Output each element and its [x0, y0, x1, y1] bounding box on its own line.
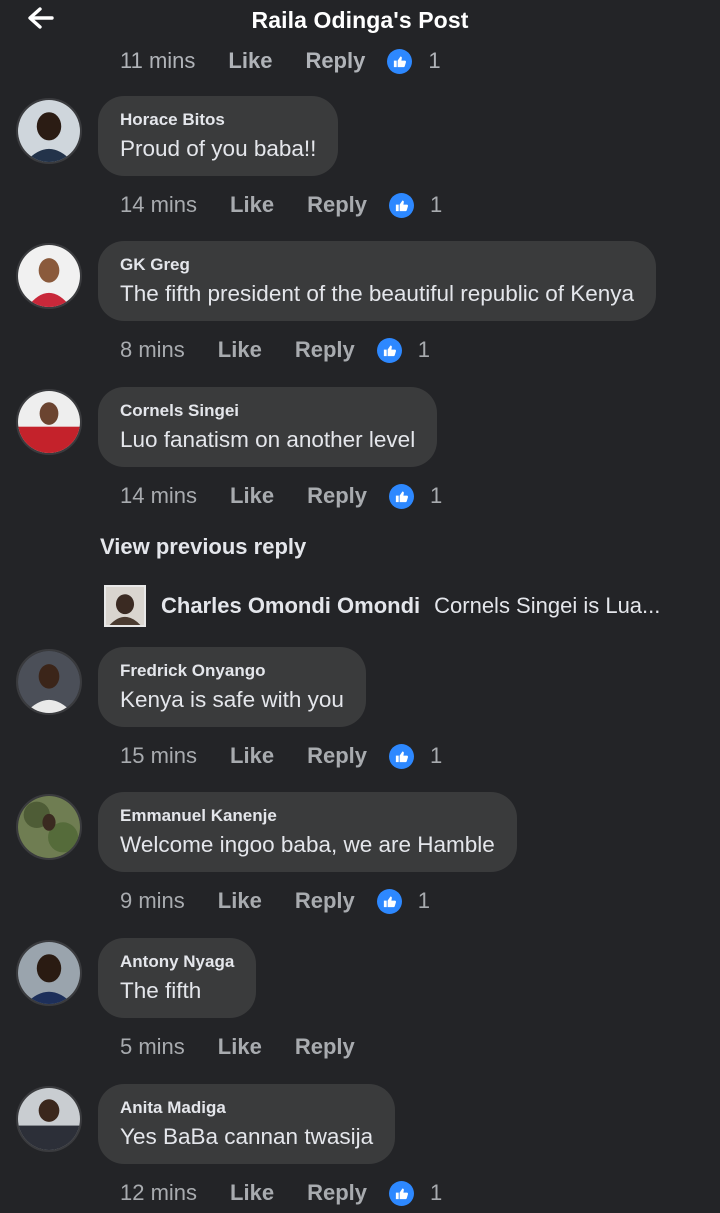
comment-text: Kenya is safe with you	[120, 687, 344, 712]
like-button[interactable]: Like	[218, 888, 262, 914]
reply-button[interactable]: Reply	[307, 743, 367, 769]
reaction-count: 1	[417, 337, 430, 362]
comment-time: 14 mins	[120, 483, 198, 508]
comment-bubble: Antony Nyaga The fifth	[98, 938, 257, 1018]
comment-text: Yes BaBa cannan twasija	[120, 1124, 374, 1149]
comment-author[interactable]: Anita Madiga	[120, 1098, 373, 1118]
clipped-comment-meta: 11 mins Like Reply 1	[120, 40, 520, 74]
comment-text: The fifth president of the beautiful rep…	[120, 281, 635, 306]
like-reaction-icon[interactable]	[389, 483, 414, 509]
like-button[interactable]: Like	[230, 1180, 274, 1206]
avatar[interactable]	[16, 940, 82, 1006]
like-button[interactable]: Like	[228, 48, 272, 74]
comment-author[interactable]: Fredrick Onyango	[120, 661, 344, 681]
like-reaction-icon[interactable]	[376, 337, 402, 363]
comment-time: 5 mins	[120, 1034, 185, 1059]
avatar[interactable]	[16, 1086, 82, 1152]
like-button[interactable]: Like	[230, 483, 274, 509]
reaction-count: 1	[430, 743, 443, 768]
reply-preview[interactable]: Charles Omondi Omondi Cornels Singei is …	[104, 585, 660, 627]
like-reaction-icon[interactable]	[389, 192, 414, 218]
reply-text: Cornels Singei is Lua...	[434, 593, 661, 618]
like-button[interactable]: Like	[218, 1034, 262, 1060]
comment-time: 14 mins	[120, 192, 198, 217]
comment-text: Luo fanatism on another level	[120, 427, 416, 452]
reply-button[interactable]: Reply	[295, 888, 355, 914]
comments-screen: 11 mins Like Reply 1 Raila Odinga's Post…	[0, 0, 720, 1213]
comment-text: Proud of you baba!!	[120, 136, 317, 161]
view-previous-reply-link[interactable]: View previous reply	[100, 534, 306, 560]
comment-author[interactable]: GK Greg	[120, 255, 634, 275]
comment-bubble: Anita Madiga Yes BaBa cannan twasija	[98, 1084, 396, 1164]
avatar[interactable]	[16, 649, 82, 715]
reaction-count: 1	[430, 192, 443, 217]
comment-bubble: Fredrick Onyango Kenya is safe with you	[98, 647, 366, 727]
comment-actions: 12 mins Like Reply 1	[120, 1178, 442, 1208]
comment-bubble: Cornels Singei Luo fanatism on another l…	[98, 387, 438, 467]
reaction-count: 1	[430, 1180, 443, 1205]
comment-bubble: Horace Bitos Proud of you baba!!	[98, 96, 339, 176]
like-button[interactable]: Like	[218, 337, 262, 363]
comment-time: 11 mins	[120, 48, 196, 73]
like-button[interactable]: Like	[230, 743, 274, 769]
avatar[interactable]	[16, 243, 82, 309]
reply-button[interactable]: Reply	[307, 192, 367, 218]
comment-actions: 14 mins Like Reply 1	[120, 190, 442, 220]
comment-text: The fifth	[120, 978, 202, 1003]
reaction-count: 1	[417, 888, 430, 913]
comment-author[interactable]: Horace Bitos	[120, 110, 316, 130]
reply-author[interactable]: Charles Omondi Omondi	[161, 593, 420, 619]
comment-time: 12 mins	[120, 1180, 198, 1205]
reaction-count: 1	[430, 483, 443, 508]
comment-actions: 9 mins Like Reply 1	[120, 886, 430, 916]
page-title: Raila Odinga's Post	[251, 7, 469, 33]
comment-actions: 8 mins Like Reply 1	[120, 335, 430, 365]
comment-time: 9 mins	[120, 888, 185, 913]
avatar[interactable]	[104, 585, 146, 627]
avatar[interactable]	[16, 98, 82, 164]
like-reaction-icon	[387, 48, 413, 74]
like-reaction-icon[interactable]	[389, 743, 414, 769]
comment-time: 8 mins	[120, 337, 185, 362]
reply-button[interactable]: Reply	[307, 1180, 367, 1206]
comment-bubble: Emmanuel Kanenje Welcome ingoo baba, we …	[98, 792, 517, 872]
reaction-count: 1	[428, 48, 441, 73]
reply-button[interactable]: Reply	[295, 1034, 355, 1060]
comment-actions: 15 mins Like Reply 1	[120, 741, 442, 771]
reply-button[interactable]: Reply	[305, 48, 365, 74]
comment-time: 15 mins	[120, 743, 198, 768]
comment-bubble: GK Greg The fifth president of the beaut…	[98, 241, 657, 321]
avatar[interactable]	[16, 389, 82, 455]
reply-button[interactable]: Reply	[295, 337, 355, 363]
top-bar: Raila Odinga's Post	[0, 0, 720, 44]
avatar[interactable]	[16, 794, 82, 860]
comment-text: Welcome ingoo baba, we are Hamble	[120, 832, 495, 857]
comment-author[interactable]: Antony Nyaga	[120, 952, 234, 972]
reply-button[interactable]: Reply	[307, 483, 367, 509]
comment-author[interactable]: Cornels Singei	[120, 401, 415, 421]
comment-actions: 5 mins Like Reply	[120, 1032, 355, 1062]
comment-actions: 14 mins Like Reply 1	[120, 481, 442, 511]
like-button[interactable]: Like	[230, 192, 274, 218]
comment-author[interactable]: Emmanuel Kanenje	[120, 806, 495, 826]
like-reaction-icon[interactable]	[376, 888, 402, 914]
like-reaction-icon[interactable]	[389, 1180, 414, 1206]
